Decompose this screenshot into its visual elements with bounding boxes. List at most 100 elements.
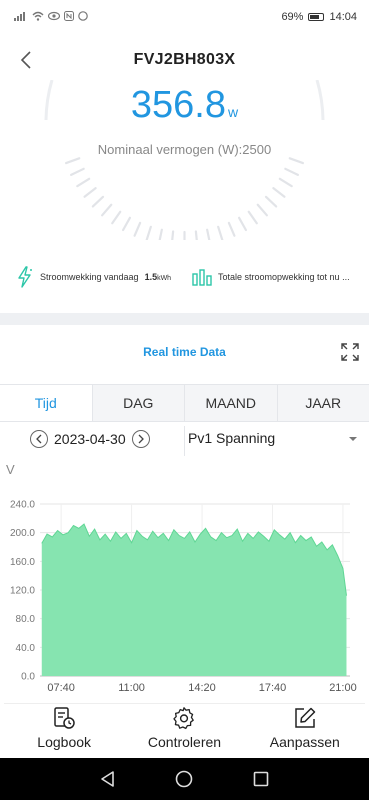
x-tick-label: 11:00 (118, 682, 145, 694)
tab-dag[interactable]: DAG (91, 385, 184, 421)
battery-icon (308, 13, 325, 21)
bar-chart-icon (192, 269, 212, 286)
chevron-left-icon (36, 434, 42, 444)
wifi-icon (32, 11, 44, 24)
x-tick-label: 14:20 (188, 682, 216, 694)
x-tick-label: 21:00 (329, 682, 357, 694)
gauge-tick (171, 230, 175, 240)
gauge-tick (227, 221, 236, 237)
date-value[interactable]: 2023-04-30 (54, 431, 126, 447)
realtime-title: Real time Data (143, 345, 226, 359)
date-row-divider (184, 426, 185, 456)
voltage-area (41, 524, 347, 676)
current-power-unit: w (227, 104, 239, 120)
clock: 14:04 (329, 11, 357, 23)
nfc-icon (64, 10, 74, 24)
lightning-icon (18, 266, 32, 288)
gauge-tick (284, 167, 300, 177)
nav-logbook[interactable]: Logbook (9, 704, 119, 755)
status-bar: 69% 14:04 (0, 0, 369, 34)
gauge-tick (83, 187, 97, 198)
app-screen: 69% 14:04 FVJ2BH803X 356.8 w Nominaal ver… (0, 0, 369, 800)
edit-icon (295, 707, 316, 728)
gauge-tick (247, 210, 258, 225)
tab-jaar[interactable]: JAAR (276, 385, 369, 421)
gauge-tick (158, 228, 163, 240)
y-tick-label: 200.0 (10, 528, 35, 539)
app-header: FVJ2BH803X (0, 40, 369, 80)
fullscreen-button[interactable] (340, 342, 360, 362)
nav-aanpassen[interactable]: Aanpassen (250, 704, 360, 755)
nav-aanpassen-label: Aanpassen (269, 734, 340, 750)
home-circle-icon[interactable] (174, 769, 194, 789)
tab-tijd[interactable]: Tijd (0, 385, 92, 421)
gauge-tick (272, 187, 286, 198)
current-power-value: 356.8 (130, 84, 226, 126)
y-tick-label: 240.0 (10, 500, 35, 511)
voltage-chart-svg: 0.0 40.0 80.0 120.0 160.0 200.0 240.0 07:40 11:0… (10, 500, 357, 695)
expand-icon (341, 343, 359, 361)
nav-controleren-label: Controleren (147, 734, 222, 750)
gauge-tick (121, 216, 132, 232)
x-tick-label: 17:40 (259, 682, 287, 694)
power-gauge: 356.8 w Nominaal vermogen (W):2500 (0, 80, 369, 240)
gauge-tick (69, 167, 85, 177)
y-tick-label: 120.0 (10, 586, 35, 597)
gauge-tick (206, 228, 211, 240)
gauge-tick (133, 221, 142, 237)
next-date-button[interactable] (131, 430, 150, 448)
gear-icon (173, 707, 195, 730)
page-title: FVJ2BH803X (133, 51, 236, 68)
status-right: 69% 14:04 (281, 11, 357, 23)
logbook-icon (54, 707, 75, 729)
parameter-select-value: Pv1 Spanning (188, 430, 276, 446)
gauge-tick (256, 203, 268, 217)
gauge-tick (64, 157, 81, 165)
tab-maand[interactable]: MAAND (184, 385, 277, 421)
y-tick-label: 0.0 (21, 672, 35, 683)
gauge-tick (101, 203, 113, 217)
gauge-tick (217, 225, 224, 240)
nav-controleren[interactable]: Controleren (129, 704, 239, 755)
today-generation-unit: kWh (157, 275, 172, 282)
gauge-tick (288, 157, 305, 165)
battery-percent: 69% (281, 11, 304, 23)
eye-icon (47, 11, 61, 24)
y-axis-unit: V (6, 462, 15, 477)
today-generation-label: Stroomwekking vandaag (40, 272, 139, 282)
parameter-select[interactable]: Pv1 Spanning (188, 430, 360, 452)
current-power: 356.8 w (0, 84, 369, 127)
total-generation-label: Totale stroomopwekking tot nu ... (218, 272, 350, 282)
gauge-tick (194, 230, 198, 240)
back-triangle-icon[interactable] (98, 769, 118, 789)
voltage-chart: 0.0 40.0 80.0 120.0 160.0 200.0 240.0 07:40 11:0… (0, 490, 369, 700)
section-divider (0, 313, 369, 325)
gauge-tick (91, 195, 105, 208)
date-picker: 2023-04-30 (30, 430, 150, 448)
x-tick-label: 07:40 (47, 682, 75, 694)
today-generation: Stroomwekking vandaag 1.5kWh (16, 266, 171, 288)
whatsapp-icon (78, 10, 88, 24)
recents-square-icon[interactable] (251, 769, 271, 789)
gauge-tick (264, 195, 278, 208)
status-icons (14, 10, 88, 24)
y-tick-label: 160.0 (10, 557, 35, 568)
y-tick-label: 80.0 (16, 614, 36, 625)
signal-icon (14, 11, 28, 24)
nav-logbook-label: Logbook (37, 734, 92, 750)
gauge-tick (237, 216, 248, 232)
gauge-tick (76, 177, 91, 188)
gauge-tick (111, 210, 122, 225)
today-generation-value: 1.5 (144, 272, 158, 282)
bottom-navigation: Logbook Controleren Aanpassen (4, 703, 365, 755)
gauge-tick (145, 225, 152, 240)
caret-down-icon (349, 437, 357, 441)
gauge-tick (278, 177, 293, 188)
previous-date-button[interactable] (30, 430, 48, 448)
system-navigation-bar (0, 758, 369, 800)
total-generation[interactable]: Totale stroomopwekking tot nu ... (192, 268, 350, 286)
date-selector-row: 2023-04-30 Pv1 Spanning (0, 426, 369, 456)
y-tick-label: 40.0 (16, 643, 36, 654)
energy-stats: Stroomwekking vandaag 1.5kWh Totale stro… (0, 262, 369, 292)
chevron-right-icon (138, 434, 144, 444)
